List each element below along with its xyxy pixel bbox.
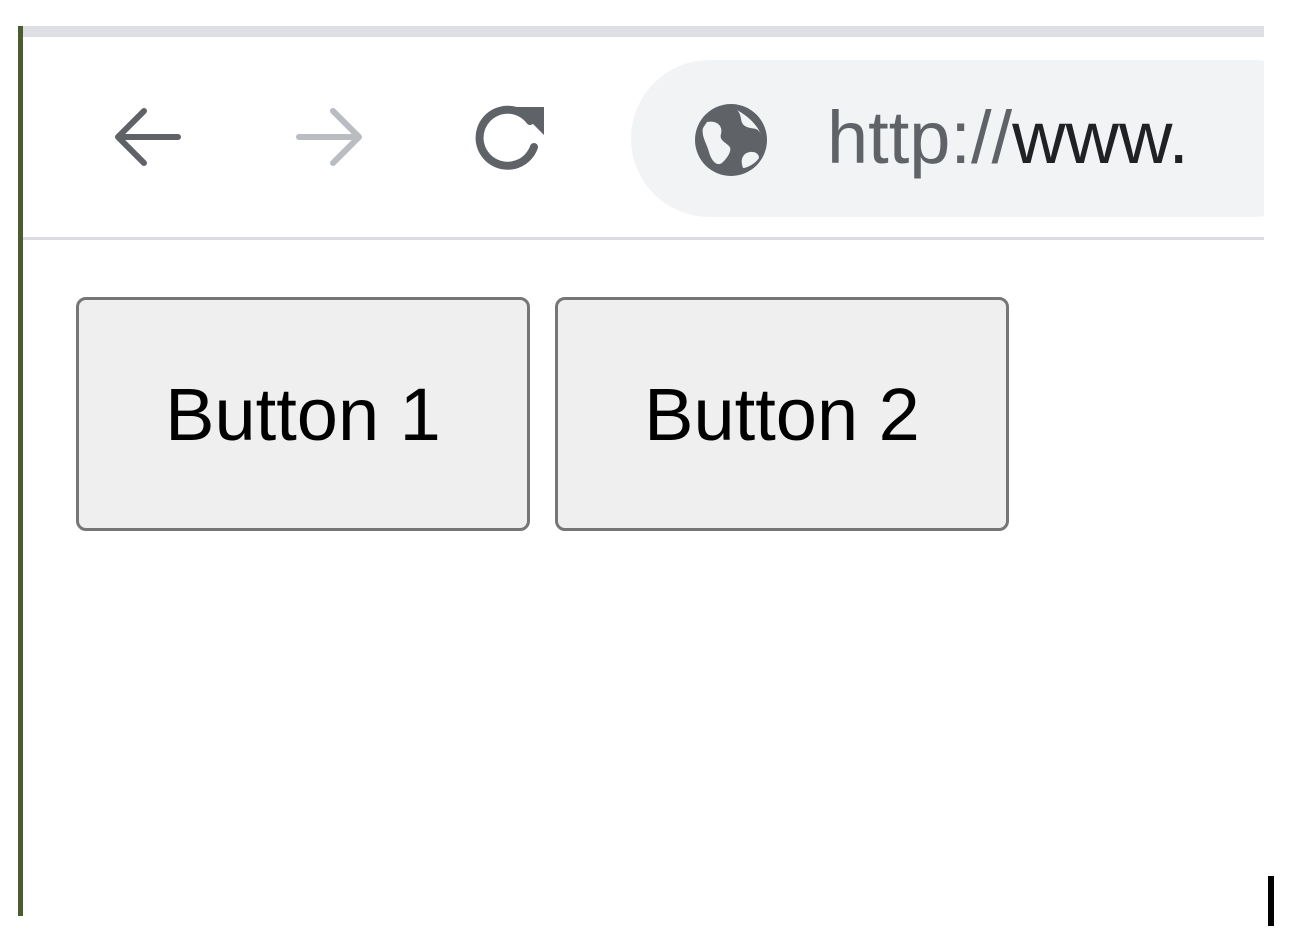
button-row: Button 1 Button 2 (76, 297, 1034, 531)
reload-icon (475, 105, 544, 170)
url-scheme: http:// (827, 96, 1013, 179)
button-1[interactable]: Button 1 (76, 297, 530, 531)
url-text: http://www. (827, 91, 1189, 185)
browser-window: http://www. Button 1 Button 2 (23, 26, 1264, 934)
back-arrow-icon (115, 108, 181, 166)
reload-button[interactable] (465, 92, 555, 182)
forward-button[interactable] (284, 92, 374, 182)
page-content: Button 1 Button 2 (23, 243, 1264, 934)
globe-icon (695, 104, 767, 176)
forward-arrow-icon (296, 108, 362, 166)
url-host: www. (1012, 96, 1189, 179)
back-button[interactable] (103, 92, 193, 182)
button-2[interactable]: Button 2 (555, 297, 1009, 531)
address-bar[interactable]: http://www. (631, 60, 1264, 217)
text-cursor (1268, 876, 1274, 926)
screen: http://www. Button 1 Button 2 (0, 0, 1292, 934)
browser-toolbar: http://www. (23, 37, 1264, 240)
tab-strip (23, 26, 1264, 37)
